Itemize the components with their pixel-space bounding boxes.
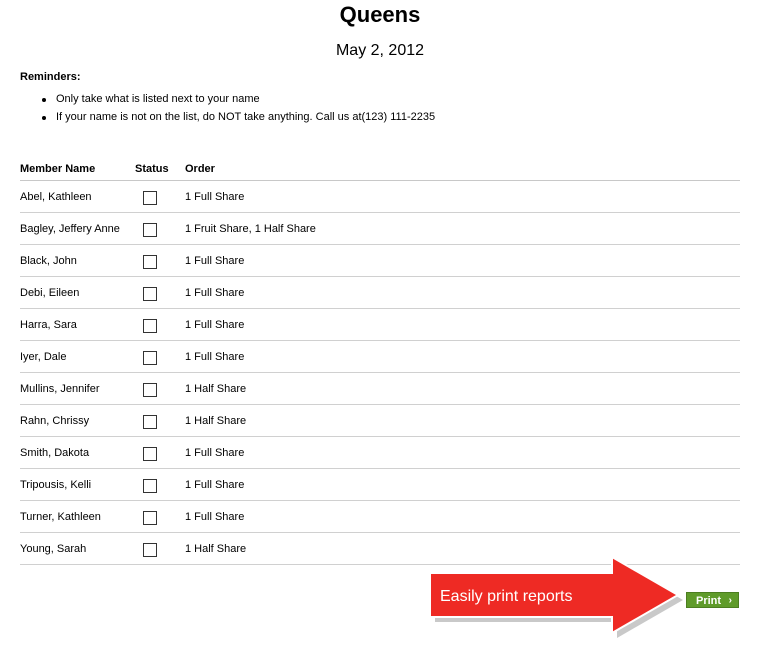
table-row: Tripousis, Kelli 1 Full Share — [20, 469, 740, 501]
order-details: 1 Full Share — [185, 255, 245, 267]
table-row: Smith, Dakota 1 Full Share — [20, 437, 740, 469]
member-name: Young, Sarah — [20, 543, 87, 555]
member-name: Harra, Sara — [20, 319, 77, 331]
reminder-item: If your name is not on the list, do NOT … — [20, 108, 435, 126]
member-name: Tripousis, Kelli — [20, 479, 92, 491]
member-table: Member Name Status Order Abel, Kathleen … — [20, 160, 740, 565]
order-details: 1 Full Share — [185, 319, 245, 331]
status-checkbox[interactable] — [143, 223, 157, 237]
status-checkbox[interactable] — [143, 511, 157, 525]
table-header: Member Name Status Order — [20, 160, 740, 181]
status-checkbox[interactable] — [143, 319, 157, 333]
member-name: Bagley, Jeffery Anne — [20, 223, 120, 235]
status-checkbox[interactable] — [143, 543, 157, 557]
column-header-order: Order — [185, 163, 215, 175]
print-button[interactable]: Print › — [686, 592, 739, 608]
order-details: 1 Half Share — [185, 415, 247, 427]
order-details: 1 Half Share — [185, 543, 247, 555]
table-row: Rahn, Chrissy 1 Half Share — [20, 405, 740, 437]
status-checkbox[interactable] — [143, 287, 157, 301]
order-details: 1 Full Share — [185, 191, 245, 203]
table-row: Black, John 1 Full Share — [20, 245, 740, 277]
reminders-list: Only take what is listed next to your na… — [20, 90, 435, 126]
order-details: 1 Fruit Share, 1 Half Share — [185, 223, 316, 235]
table-row: Abel, Kathleen 1 Full Share — [20, 181, 740, 213]
order-details: 1 Full Share — [185, 479, 245, 491]
member-name: Iyer, Dale — [20, 351, 67, 363]
status-checkbox[interactable] — [143, 255, 157, 269]
reminders-heading: Reminders: — [20, 71, 81, 83]
table-row: Mullins, Jennifer 1 Half Share — [20, 373, 740, 405]
member-name: Abel, Kathleen — [20, 191, 92, 203]
member-name: Turner, Kathleen — [20, 511, 101, 523]
member-name: Smith, Dakota — [20, 447, 90, 459]
status-checkbox[interactable] — [143, 479, 157, 493]
order-details: 1 Full Share — [185, 287, 245, 299]
member-name: Mullins, Jennifer — [20, 383, 100, 395]
report-date: May 2, 2012 — [335, 42, 425, 59]
table-row: Debi, Eileen 1 Full Share — [20, 277, 740, 309]
table-row: Harra, Sara 1 Full Share — [20, 309, 740, 341]
member-name: Debi, Eileen — [20, 287, 80, 299]
status-checkbox[interactable] — [143, 383, 157, 397]
print-button-label: Print — [696, 595, 722, 607]
table-row: Iyer, Dale 1 Full Share — [20, 341, 740, 373]
order-details: 1 Half Share — [185, 383, 247, 395]
status-checkbox[interactable] — [143, 447, 157, 461]
callout-text: Easily print reports — [440, 588, 573, 605]
page-title: Queens — [339, 2, 421, 27]
column-header-status: Status — [135, 163, 169, 175]
order-details: 1 Full Share — [185, 351, 245, 363]
callout-arrow: Easily print reports — [428, 557, 688, 639]
table-row: Turner, Kathleen 1 Full Share — [20, 501, 740, 533]
chevron-right-icon: › — [728, 595, 732, 606]
member-name: Black, John — [20, 255, 77, 267]
order-details: 1 Full Share — [185, 511, 245, 523]
status-checkbox[interactable] — [143, 415, 157, 429]
member-name: Rahn, Chrissy — [20, 415, 90, 427]
status-checkbox[interactable] — [143, 191, 157, 205]
column-header-member-name: Member Name — [20, 163, 96, 175]
order-details: 1 Full Share — [185, 447, 245, 459]
status-checkbox[interactable] — [143, 351, 157, 365]
table-row: Bagley, Jeffery Anne 1 Fruit Share, 1 Ha… — [20, 213, 740, 245]
reminder-item: Only take what is listed next to your na… — [20, 90, 435, 108]
